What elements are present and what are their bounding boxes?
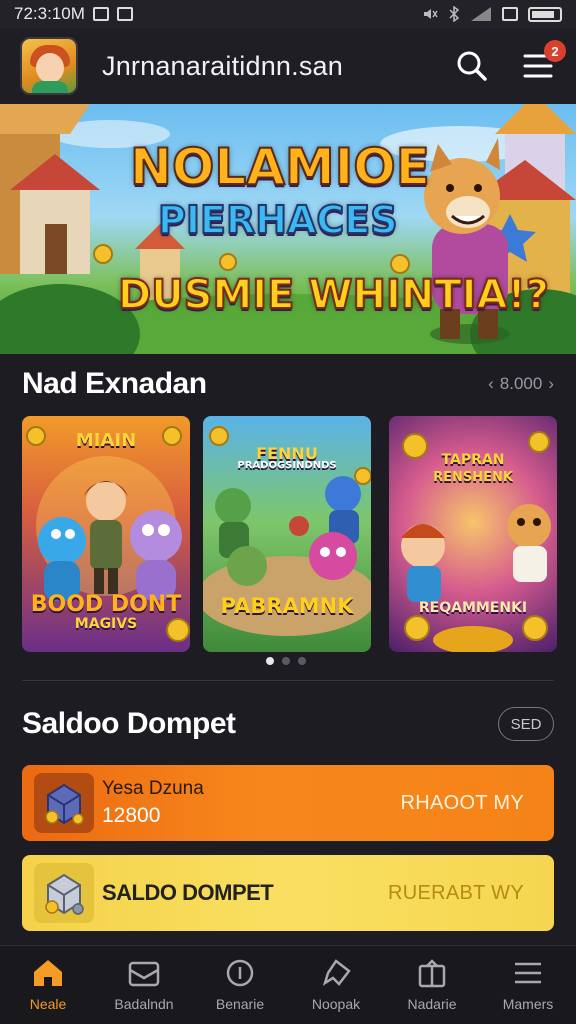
notification-icon bbox=[92, 7, 109, 21]
featured-title: Nad Exnadan bbox=[22, 367, 207, 400]
app-logo[interactable] bbox=[20, 37, 78, 95]
nav-item-home[interactable]: Neale bbox=[0, 946, 96, 1024]
search-button[interactable] bbox=[454, 48, 490, 84]
search-icon bbox=[457, 51, 487, 81]
nav-label: Neale bbox=[29, 996, 67, 1012]
hero-title-line-3: DUSMIE WHINTIA!? bbox=[117, 271, 550, 319]
wallet-action-link[interactable]: RUERABT WY bbox=[388, 882, 524, 905]
carousel-indicator[interactable] bbox=[266, 657, 306, 665]
nav-label: Noopak bbox=[311, 996, 361, 1012]
game-card-tagline: TAPRAN bbox=[441, 452, 505, 468]
status-bar: 72:3:10M bbox=[0, 0, 576, 28]
nav-item-badalndn[interactable]: Badalndn bbox=[96, 946, 192, 1024]
nav-item-nadarie[interactable]: Nadarie bbox=[384, 946, 480, 1024]
nav-item-benarie[interactable]: Benarie bbox=[192, 946, 288, 1024]
section-divider bbox=[22, 680, 554, 681]
battery-icon bbox=[528, 6, 562, 22]
carousel-dot[interactable] bbox=[298, 657, 306, 665]
signal-icon bbox=[471, 7, 491, 21]
notification-badge: 2 bbox=[544, 40, 566, 62]
hero-title-line-1: NOLAMIOE bbox=[129, 137, 431, 197]
wallet-balance-label: Yesa Dzuna bbox=[102, 778, 204, 799]
menu-icon bbox=[515, 962, 541, 984]
game-card-tagline: MIAIN bbox=[75, 430, 137, 451]
carousel-dot[interactable] bbox=[266, 657, 274, 665]
carousel-dot[interactable] bbox=[282, 657, 290, 665]
game-card-title: BOOD DONT bbox=[30, 592, 182, 617]
nav-item-mamers[interactable]: Mamers bbox=[480, 946, 576, 1024]
chevron-left-icon[interactable]: ‹ bbox=[488, 374, 494, 394]
box-icon bbox=[128, 961, 160, 987]
featured-header: Nad Exnadan ‹ 8.000 › bbox=[22, 362, 554, 406]
nav-item-noopak[interactable]: Noopak bbox=[288, 946, 384, 1024]
menu-button[interactable]: 2 bbox=[520, 40, 566, 84]
hero-banner[interactable]: NOLAMIOE PIERHACES DUSMIE WHINTIA!? bbox=[0, 104, 576, 354]
featured-pager[interactable]: ‹ 8.000 › bbox=[488, 374, 554, 394]
wallet-box-icon bbox=[34, 863, 94, 923]
bottom-navigation: Neale Badalndn Benarie Noopak Nadarie Ma… bbox=[0, 945, 576, 1024]
game-card[interactable]: MIAIN BOOD DONT MAGIVS bbox=[22, 416, 190, 652]
hero-title-line-2: PIERHACES bbox=[157, 197, 399, 243]
game-card-subtitle: MAGIVS bbox=[74, 616, 138, 632]
gem-box-icon bbox=[34, 773, 94, 833]
nav-label: Nadarie bbox=[407, 996, 457, 1012]
wallet-balance-row[interactable]: Yesa Dzuna 12800 RHAOOT MY bbox=[22, 765, 554, 841]
wallet-dompet-row[interactable]: SALDO DOMPET RUERABT WY bbox=[22, 855, 554, 931]
status-time: 72:3:10M bbox=[14, 4, 85, 23]
game-card-subtitle: PRADOGSINDNDS bbox=[237, 460, 337, 471]
nav-label: Benarie bbox=[215, 996, 265, 1012]
featured-carousel[interactable]: MIAIN BOOD DONT MAGIVS FENNU PRADOGSINDN… bbox=[22, 416, 558, 652]
app-header: Jnrnanaraitidnn.san 2 bbox=[0, 28, 576, 104]
game-card-title: PABRAMNK bbox=[220, 594, 354, 618]
wallet-header: Saldoo Dompet SED bbox=[22, 700, 554, 748]
coin-icon bbox=[226, 959, 254, 987]
chevron-right-icon[interactable]: › bbox=[548, 374, 554, 394]
wallet-action-link[interactable]: RHAOOT MY bbox=[401, 792, 524, 815]
mute-icon bbox=[424, 9, 438, 19]
bluetooth-icon bbox=[449, 6, 460, 22]
game-card-title: REQAMMENKI bbox=[418, 600, 528, 616]
game-card[interactable]: FENNU PRADOGSINDNDS PABRAMNK bbox=[203, 416, 371, 652]
nav-label: Badalndn bbox=[114, 996, 174, 1012]
home-icon bbox=[34, 960, 62, 986]
wallet-dompet-title: SALDO DOMPET bbox=[102, 880, 274, 905]
pager-value: 8.000 bbox=[499, 374, 543, 393]
app-title: Jnrnanaraitidnn.san bbox=[102, 50, 343, 81]
wifi-icon bbox=[502, 7, 518, 21]
wallet-balance-value: 12800 bbox=[102, 804, 161, 827]
gift-icon bbox=[418, 959, 446, 988]
game-card-subtitle: RENSHENK bbox=[433, 470, 513, 485]
game-card[interactable]: TAPRAN RENSHENK REQAMMENKI bbox=[389, 416, 557, 652]
nav-label: Mamers bbox=[502, 996, 554, 1012]
chat-icon bbox=[322, 959, 351, 986]
app-notification-icon bbox=[116, 7, 133, 21]
wallet-title: Saldoo Dompet bbox=[22, 707, 236, 740]
wallet-see-all-button[interactable]: SED bbox=[498, 707, 554, 741]
